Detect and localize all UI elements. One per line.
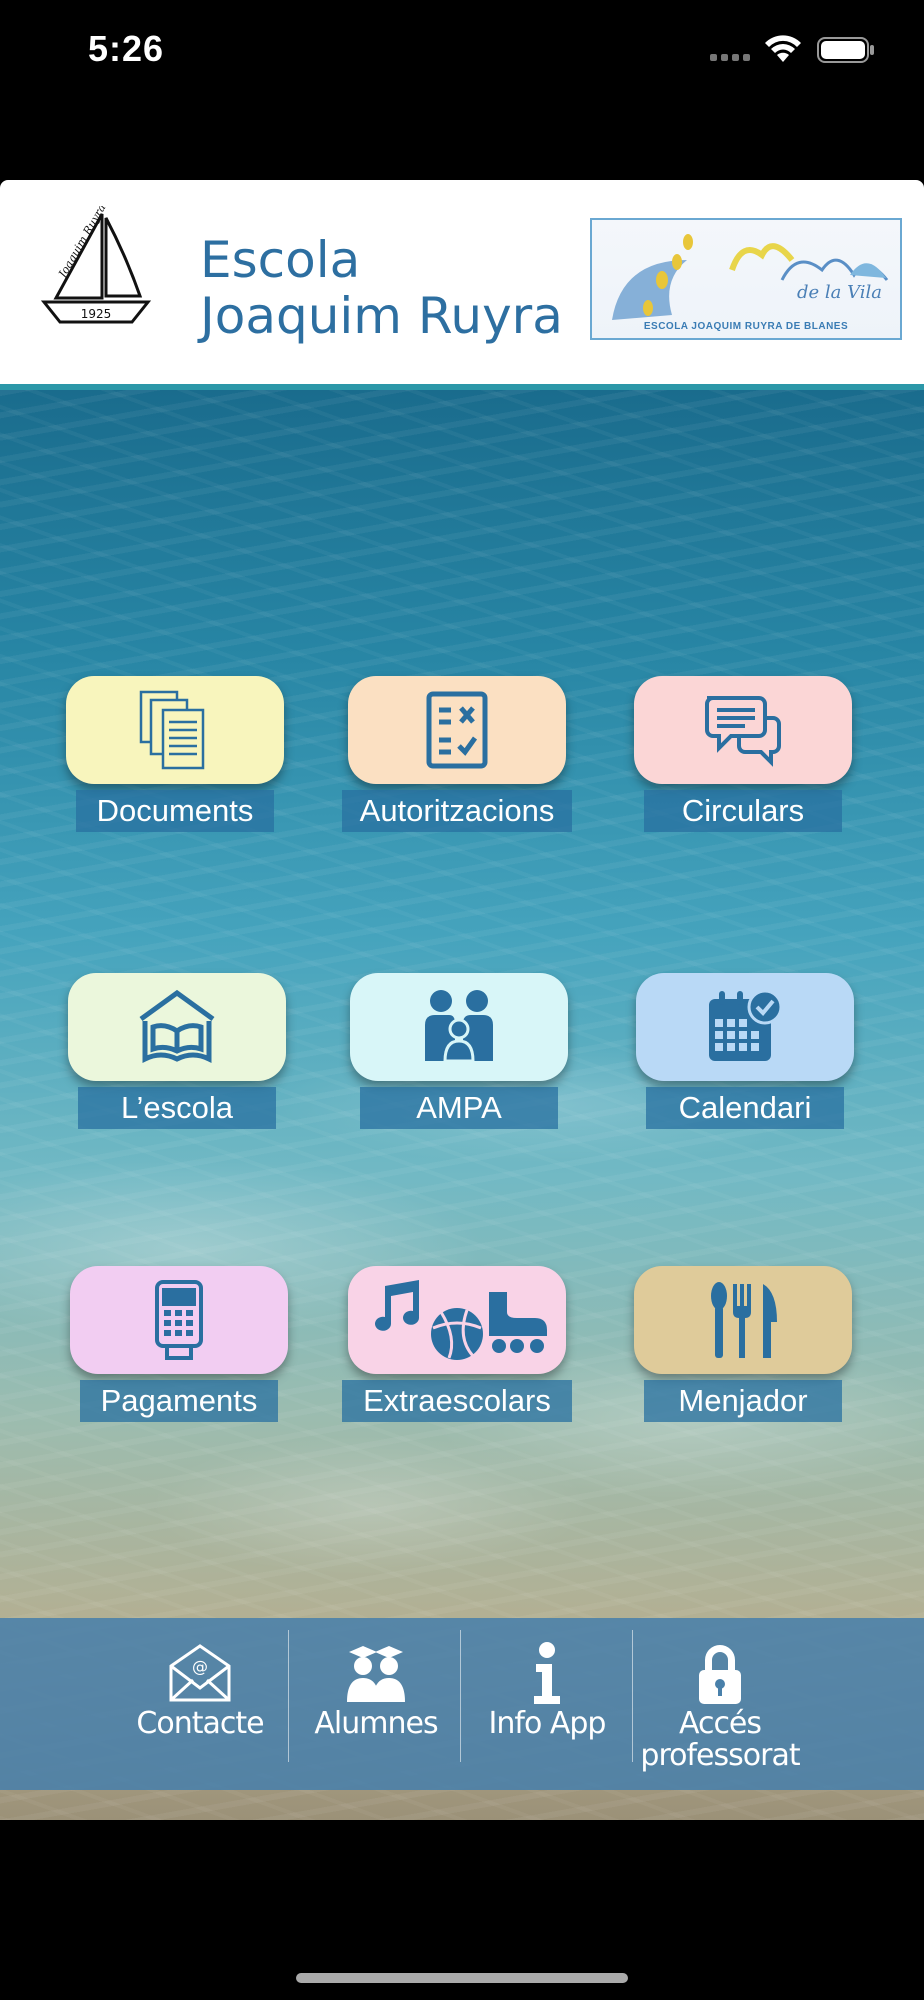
nav-contacte-label: Contacte	[136, 1706, 264, 1741]
students-icon	[347, 1646, 405, 1702]
tile-lescola-label: L’escola	[78, 1087, 276, 1129]
envelope-icon: @	[169, 1644, 231, 1702]
tile-menjador[interactable]: Menjador	[628, 1266, 858, 1426]
tile-documents-button[interactable]	[66, 676, 284, 784]
tile-circulars[interactable]: Circulars	[628, 676, 858, 836]
nav-divider	[632, 1630, 633, 1762]
tile-circulars-label: Circulars	[644, 790, 842, 832]
header: 1925 Joaquim Ruyra Escola Joaquim Ruyra …	[0, 180, 924, 384]
info-icon	[534, 1642, 560, 1704]
chat-bubbles-icon	[705, 696, 781, 767]
calendar-icon	[709, 989, 783, 1061]
battery-icon	[817, 37, 874, 63]
tile-calendari-button[interactable]	[636, 973, 854, 1081]
tile-menjador-button[interactable]	[634, 1266, 852, 1374]
app-screen: 1925 Joaquim Ruyra Escola Joaquim Ruyra …	[0, 180, 924, 1820]
tile-menjador-label: Menjador	[644, 1380, 842, 1422]
banner-caption: ESCOLA JOAQUIM RUYRA DE BLANES	[643, 321, 849, 332]
status-bar: 5:26	[0, 0, 924, 100]
tile-extraescolars-button[interactable]	[348, 1266, 566, 1374]
tile-pagaments[interactable]: Pagaments	[64, 1266, 294, 1426]
nav-acces-professorat[interactable]: Accés professorat	[634, 1618, 806, 1790]
tile-lescola-button[interactable]	[68, 973, 286, 1081]
nav-divider	[460, 1630, 461, 1762]
svg-text:de la Vila: de la Vila	[797, 282, 882, 303]
wifi-icon	[765, 35, 801, 62]
tile-pagaments-button[interactable]	[70, 1266, 288, 1374]
tile-calendari[interactable]: Calendari	[630, 973, 860, 1133]
documents-icon	[139, 690, 205, 770]
tile-documents-label: Documents	[76, 790, 274, 832]
open-book-icon	[139, 989, 215, 1064]
tile-documents[interactable]: Documents	[60, 676, 290, 836]
tile-autoritzacions-button[interactable]	[348, 676, 566, 784]
tile-calendari-label: Calendari	[646, 1087, 844, 1129]
cellular-signal-icon	[710, 54, 750, 61]
checklist-icon	[426, 691, 488, 769]
school-title-line2: Joaquim Ruyra	[200, 287, 563, 345]
tile-extraescolars-label: Extraescolars	[342, 1380, 572, 1422]
svg-text:1925: 1925	[81, 307, 112, 321]
activities-icon	[375, 1280, 547, 1360]
nav-info-app-label: Info App	[488, 1706, 607, 1741]
tile-autoritzacions-label: Autoritzacions	[342, 790, 572, 832]
school-logo: 1925 Joaquim Ruyra	[40, 206, 152, 324]
nav-divider	[288, 1630, 289, 1762]
tile-extraescolars[interactable]: Extraescolars	[342, 1266, 572, 1426]
nav-acces-label-line2: professorat	[640, 1738, 800, 1773]
tile-lescola[interactable]: L’escola	[62, 973, 292, 1133]
family-icon	[425, 990, 493, 1063]
school-banner-image: de la Vila ESCOLA JOAQUIM RUYRA DE BLANE…	[590, 218, 902, 340]
school-title-line1: Escola	[200, 231, 361, 289]
tile-ampa[interactable]: AMPA	[344, 973, 574, 1133]
school-title: Escola Joaquim Ruyra	[200, 232, 563, 344]
tile-circulars-button[interactable]	[634, 676, 852, 784]
tile-ampa-button[interactable]	[350, 973, 568, 1081]
nav-alumnes-label: Alumnes	[314, 1706, 438, 1741]
payment-terminal-icon	[155, 1280, 203, 1360]
nav-alumnes[interactable]: Alumnes	[290, 1618, 462, 1790]
nav-acces-professorat-label: Accés professorat	[634, 1708, 806, 1772]
tile-autoritzacions[interactable]: Autoritzacions	[342, 676, 572, 836]
home-indicator[interactable]	[296, 1973, 628, 1983]
tile-ampa-label: AMPA	[360, 1087, 558, 1129]
status-time: 5:26	[88, 28, 165, 69]
svg-text:@: @	[192, 1657, 208, 1676]
nav-acces-label-line1: Accés	[678, 1706, 762, 1741]
bottom-navigation-bar: @ Contacte Alumnes Info App Accés profes…	[0, 1618, 924, 1790]
nav-info-app[interactable]: Info App	[462, 1618, 632, 1790]
cutlery-icon	[711, 1282, 777, 1358]
lock-icon	[699, 1645, 741, 1704]
tile-pagaments-label: Pagaments	[80, 1380, 278, 1422]
nav-contacte[interactable]: @ Contacte	[110, 1618, 290, 1790]
